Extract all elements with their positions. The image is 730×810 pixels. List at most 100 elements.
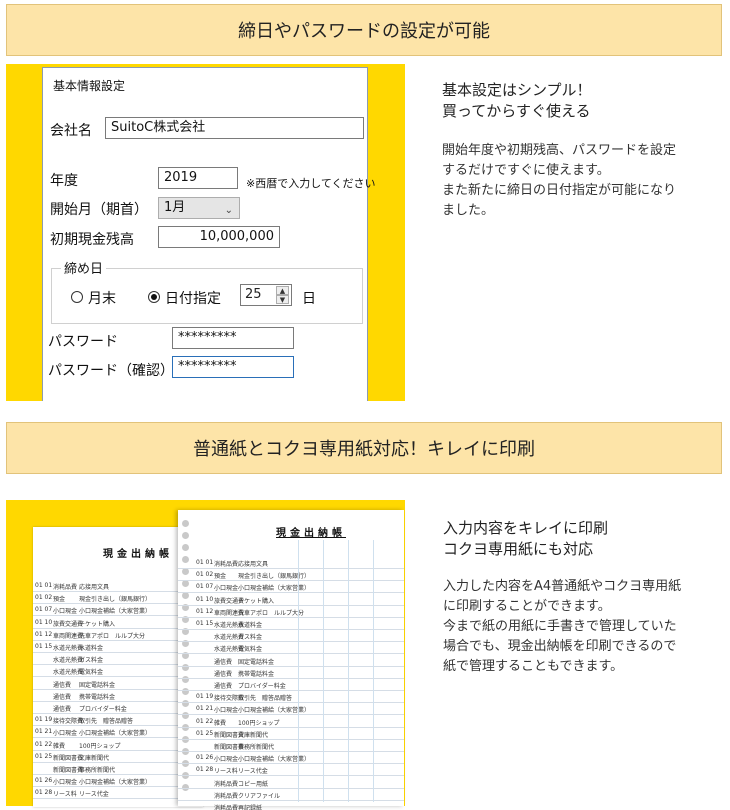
grid-line xyxy=(348,540,349,802)
row-memo: ガス料金 xyxy=(238,634,263,642)
printing-description-line: 場合でも、現金出納帳を印刷できるので xyxy=(443,639,677,654)
row-date: 01 01 xyxy=(196,559,214,566)
row-memo: 洗車アポロ ルルプ大分 xyxy=(79,632,146,640)
settings-description: 開始年度や初期残高、パスワードを設定 するだけですぐに使えます。 また新たに締日… xyxy=(442,141,676,221)
row-memo: 小口現金補給（大家営業） xyxy=(238,756,311,764)
row-date: 01 02 xyxy=(35,594,53,602)
row-account: 通信費 xyxy=(53,693,72,701)
row-memo: ガス料金 xyxy=(79,657,104,665)
stepper-buttons[interactable]: ▲ ▼ xyxy=(276,286,289,304)
row-memo: 携帯電話料金 xyxy=(238,670,275,678)
row-date: 01 12 xyxy=(196,607,214,615)
table-row: 新聞図書費 事務所新聞代 xyxy=(178,739,404,752)
row-date: 01 22 xyxy=(35,740,53,748)
year-hint: ※西暦で入力してください xyxy=(246,177,376,190)
closing-day-value: 25 xyxy=(245,287,262,302)
row-date: 01 19 xyxy=(35,716,53,724)
password-field[interactable]: ********* xyxy=(172,327,294,349)
radio-date[interactable] xyxy=(148,291,160,303)
row-memo: 応接用文具 xyxy=(238,561,269,568)
row-memo: 100円ショップ xyxy=(238,719,280,727)
row-memo: リース代金 xyxy=(79,791,109,799)
table-row: 水道光熱費 ガス料金 xyxy=(178,629,404,643)
day-unit-label: 日 xyxy=(302,291,316,307)
row-account: 通信費 xyxy=(53,681,72,689)
banner-settings: 締日やパスワードの設定が可能 xyxy=(6,4,722,56)
table-row: 01 28 リース料 リース代金 xyxy=(178,763,404,777)
row-date: 01 22 xyxy=(196,717,214,725)
window-title: 基本情報設定 xyxy=(53,79,126,93)
radio-month-end[interactable] xyxy=(71,291,83,303)
ledger-title: 現金出納帳 xyxy=(103,549,173,560)
row-account: 小口現金 xyxy=(214,585,239,593)
row-account: 通信費 xyxy=(214,670,233,678)
row-date: 01 07 xyxy=(196,583,214,591)
row-account: 通信費 xyxy=(214,658,233,666)
table-row: 01 21 小口現金 小口現金補給（大家営業） xyxy=(178,702,404,716)
password-confirm-label: パスワード（確認） xyxy=(48,363,174,379)
year-field[interactable]: 2019 xyxy=(158,167,238,189)
row-memo: 小口現金補給（大家営業） xyxy=(238,585,311,593)
chevron-down-icon[interactable]: ▼ xyxy=(276,295,289,304)
company-field[interactable]: SuitoC株式会社 xyxy=(105,117,364,139)
table-row: 通信費 固定電話料金 xyxy=(178,654,404,667)
row-memo: チケット購入 xyxy=(238,597,275,605)
radio-month-end-label: 月末 xyxy=(88,291,116,307)
row-account: リース料 xyxy=(214,768,238,776)
row-memo: クリアファイル xyxy=(238,792,281,800)
start-month-select[interactable]: 1月 ⌄ xyxy=(158,197,240,219)
row-memo: プロバイダー料金 xyxy=(238,683,286,690)
opening-cash-field[interactable]: 10,000,000 xyxy=(158,226,280,248)
banner-printing: 普通紙とコクヨ専用紙対応！キレイに印刷 xyxy=(6,422,722,474)
row-memo: 取引先 贈答品贈答 xyxy=(238,695,293,703)
row-account: 預金 xyxy=(53,596,66,604)
printing-description-line: 紙で管理することもできます。 xyxy=(443,659,624,674)
printing-description-line: 今まで紙の用紙に手書きで管理していた xyxy=(443,619,677,634)
chevron-up-icon[interactable]: ▲ xyxy=(276,286,289,295)
row-date: 01 07 xyxy=(35,606,53,614)
row-date: 01 12 xyxy=(35,630,53,638)
table-row: 水道光熱費 電気料金 xyxy=(178,641,404,655)
row-date: 01 26 xyxy=(196,754,214,762)
table-row: 01 12 車両関連費 洗車アポロ ルルプ大分 xyxy=(178,605,404,618)
row-account: 預金 xyxy=(214,573,227,581)
password-confirm-field[interactable]: ********* xyxy=(172,356,294,378)
table-row: 01 15 水道光熱費 水道料金 xyxy=(178,617,404,630)
table-row: 01 22 雑費 100円ショップ xyxy=(178,715,404,728)
grid-line xyxy=(323,540,324,802)
kokuyo-paper-ledger: 現金出納帳 01 01 消耗品費 応接用文具 01 02 預金 現金引き出し（銀馬銀行） 0… xyxy=(178,510,404,810)
row-date: 01 15 xyxy=(196,620,214,627)
row-account: 消耗品費 xyxy=(53,584,78,591)
start-month-value: 1月 xyxy=(164,200,186,215)
printing-heading-line2: コクヨ専用紙にも対応 xyxy=(443,540,594,558)
closing-day-stepper[interactable]: 25 ▲ ▼ xyxy=(240,284,292,306)
row-account: 通信費 xyxy=(214,683,233,690)
table-row: 通信費 プロバイダー料金 xyxy=(178,678,404,691)
row-date: 01 28 xyxy=(35,789,53,797)
printing-heading-line1: 入力内容をキレイに印刷 xyxy=(443,519,609,537)
row-memo: 水道料金 xyxy=(79,645,104,652)
printing-description: 入力した内容をA4普通紙やコクヨ専用紙 に印刷することができます。 今まで紙の用… xyxy=(443,577,681,677)
row-date: 01 01 xyxy=(35,582,53,589)
table-row: 消耗品費 クリアファイル xyxy=(178,788,404,801)
row-account: リース料 xyxy=(53,791,77,799)
company-label: 会社名 xyxy=(50,123,92,139)
password-label: パスワード xyxy=(48,334,118,350)
row-account: 小口現金 xyxy=(53,730,78,738)
table-row: 消耗品費 再記録紙 xyxy=(178,800,404,810)
row-account: 消耗品費 xyxy=(214,792,239,800)
settings-description-line: するだけですぐに使えます。 xyxy=(442,163,610,178)
row-memo: 電気料金 xyxy=(238,646,263,654)
row-memo: 文庫新聞代 xyxy=(79,754,110,762)
row-memo: 再記録紙 xyxy=(238,805,263,810)
row-account: 消耗品費 xyxy=(214,780,239,788)
row-memo: 携帯電話料金 xyxy=(79,693,116,701)
year-label: 年度 xyxy=(50,173,78,189)
row-memo: 事務所新聞代 xyxy=(79,767,116,774)
printing-description-line: に印刷することができます。 xyxy=(443,599,611,614)
row-memo: 100円ショップ xyxy=(79,742,121,750)
row-memo: 取引先 贈答品贈答 xyxy=(79,718,134,726)
table-row: 通信費 携帯電話料金 xyxy=(178,666,404,679)
row-date: 01 15 xyxy=(35,643,53,650)
binder-ring xyxy=(182,520,189,527)
